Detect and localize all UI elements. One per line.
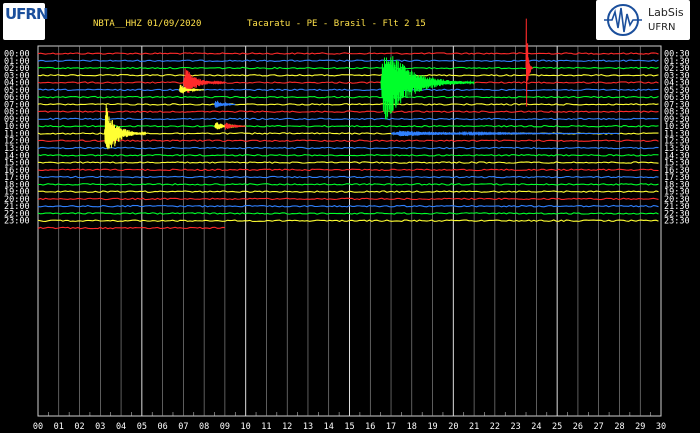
seismic-trace (37, 183, 659, 186)
x-tick-label: 14 (324, 422, 334, 432)
left-time-label: 23:00 (4, 217, 30, 227)
x-tick-label: 30 (656, 422, 666, 432)
x-tick-label: 27 (594, 422, 604, 432)
x-tick-label: 10 (241, 422, 251, 432)
seismic-trace (37, 95, 659, 99)
right-time-label: 23:30 (664, 217, 690, 227)
x-tick-label: 24 (531, 422, 541, 432)
seismic-trace (37, 88, 659, 92)
x-tick-label: 09 (220, 422, 230, 432)
seismic-trace (37, 146, 659, 150)
seismic-event (525, 18, 533, 107)
seismic-trace (37, 168, 659, 172)
seismic-trace (37, 139, 659, 142)
x-tick-label: 08 (199, 422, 209, 432)
seismic-trace (37, 81, 659, 84)
x-tick-label: 13 (303, 422, 313, 432)
seismic-event (224, 122, 246, 130)
x-tick-label: 12 (282, 422, 292, 432)
seismic-trace (37, 161, 659, 164)
grid (37, 45, 662, 417)
x-tick-label: 29 (635, 422, 645, 432)
x-tick-label: 06 (157, 422, 167, 432)
seismic-trace (37, 212, 659, 215)
x-tick-label: 04 (116, 422, 126, 432)
x-tick-label: 22 (490, 422, 500, 432)
x-tick-label: 23 (511, 422, 521, 432)
seismic-trace (37, 175, 659, 179)
x-tick-label: 16 (365, 422, 375, 432)
x-tick-label: 03 (95, 422, 105, 432)
x-tick-label: 00 (33, 422, 43, 432)
seismic-trace (37, 66, 659, 70)
x-tick-label: 18 (407, 422, 417, 432)
seismic-trace (37, 226, 225, 230)
seismic-trace (37, 59, 659, 63)
seismic-trace (37, 52, 659, 55)
x-tick-label: 17 (386, 422, 396, 432)
x-tick-label: 19 (427, 422, 437, 432)
helicorder-plot: 00:0001:0002:0003:0004:0005:0006:0007:00… (4, 18, 690, 432)
x-tick-label: 11 (261, 422, 271, 432)
seismic-trace (37, 197, 659, 201)
seismic-trace (37, 204, 659, 208)
seismic-trace (37, 103, 659, 106)
seismic-trace (37, 219, 659, 222)
seismic-trace (37, 110, 659, 113)
x-tick-label: 07 (178, 422, 188, 432)
seismic-trace (37, 190, 659, 193)
x-tick-label: 20 (448, 422, 458, 432)
x-tick-label: 25 (552, 422, 562, 432)
x-tick-label: 28 (614, 422, 624, 432)
seismic-event (380, 56, 475, 120)
seismic-trace (37, 117, 659, 121)
x-tick-label: 21 (469, 422, 479, 432)
x-tick-label: 02 (74, 422, 84, 432)
left-time-labels: 00:0001:0002:0003:0004:0005:0006:0007:00… (4, 50, 30, 227)
events (104, 18, 620, 150)
x-tick-label: 01 (54, 422, 64, 432)
x-tick-labels: 00 01 02 03 04 05 06 07 08 09 10 11 12 13 14 15 16 17 18 19… (33, 422, 666, 432)
x-tick-label: 05 (137, 422, 147, 432)
right-time-labels: 00:3001:3002:3003:3004:3005:3006:3007:30… (664, 50, 690, 227)
x-tick-label: 26 (573, 422, 583, 432)
seismic-event (390, 130, 620, 137)
seismic-trace (37, 74, 659, 77)
traces (37, 52, 659, 230)
seismic-trace (37, 154, 659, 157)
seismic-trace (37, 124, 659, 128)
x-tick-label: 15 (344, 422, 354, 432)
